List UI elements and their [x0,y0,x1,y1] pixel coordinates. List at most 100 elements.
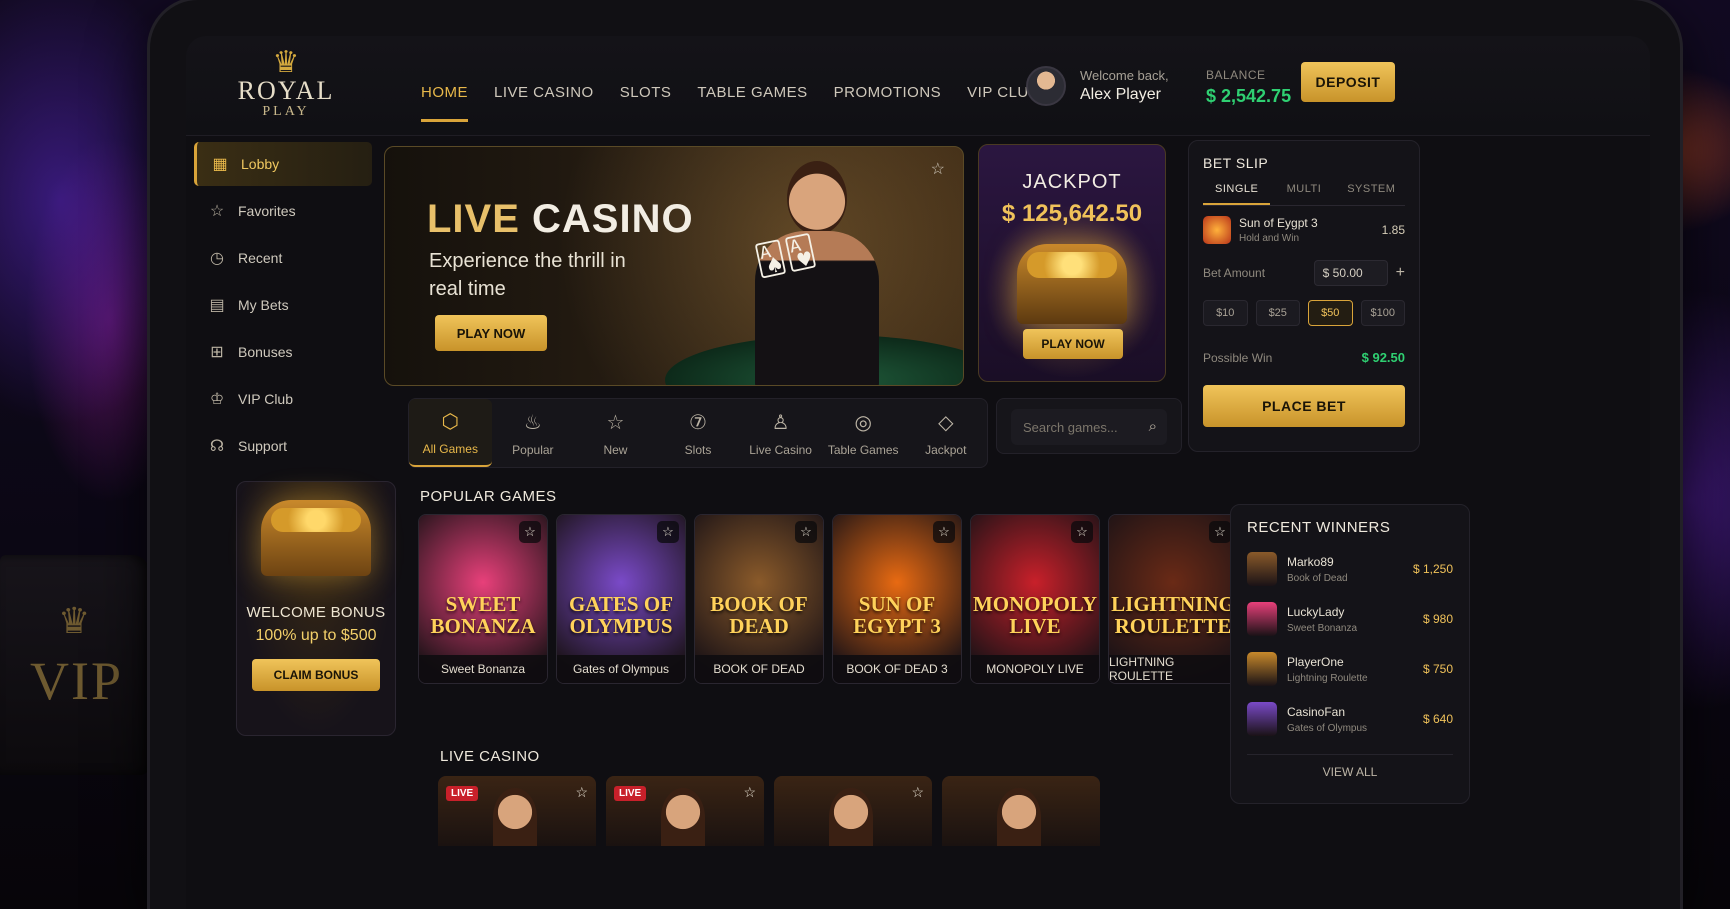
game-logo: LIGHTNING ROULETTE [1111,592,1235,638]
bet-amount-input[interactable]: $ 50.00 [1313,260,1388,286]
possible-win-value: $ 92.50 [1361,350,1405,365]
grid-icon: ▦ [212,156,228,173]
nav-slots[interactable]: SLOTS [620,84,672,122]
favorite-star-icon[interactable]: ☆ [795,521,817,543]
live-table-tile[interactable]: ☆ [774,776,932,846]
hero-subtitle: Experience the thrill in real time [429,250,626,300]
favorite-star-icon[interactable]: ☆ [933,521,955,543]
view-all-link[interactable]: VIEW ALL [1247,754,1453,779]
game-name: MONOPOLY LIVE [971,655,1099,683]
search-icon[interactable]: ⌕ [1149,418,1157,435]
game-thumbnail [1247,602,1277,636]
live-casino-hero-banner[interactable]: 🂡🂱 LIVE CASINO Experience the thrill in … [384,146,964,386]
chip-50[interactable]: $50 [1308,300,1353,326]
dealer-image [661,788,705,846]
category-all-games[interactable]: ⬡ All Games [409,399,492,467]
live-casino-title: LIVE CASINO [440,748,540,765]
tab-single[interactable]: SINGLE [1203,183,1271,205]
chip-10[interactable]: $10 [1203,300,1248,326]
search-input[interactable] [1023,419,1143,435]
category-live-casino[interactable]: ♙ Live Casino [739,399,822,467]
sidebar-item-vip-club[interactable]: ♔ VIP Club [194,377,372,421]
tab-system[interactable]: SYSTEM [1338,183,1405,205]
category-jackpot[interactable]: ◇ Jackpot [904,399,987,467]
game-tile[interactable]: BOOK OF DEAD BOOK OF DEAD ☆ [694,514,824,684]
bonus-title: WELCOME BONUS [246,604,386,621]
place-bet-button[interactable]: PLACE BET [1203,385,1405,427]
sidebar-item-my-bets[interactable]: ▤ My Bets [194,283,372,327]
favorite-star-icon[interactable]: ☆ [931,159,945,179]
winner-name: Marko89 [1287,554,1334,569]
chip-25[interactable]: $25 [1255,300,1300,326]
favorite-star-icon[interactable]: ☆ [657,521,679,543]
sidebar-item-lobby[interactable]: ▦ Lobby [194,142,372,186]
favorite-star-icon[interactable]: ☆ [519,521,541,543]
sidebar-item-support[interactable]: ☊ Support [194,424,372,468]
game-tile[interactable]: SUN OF EGYPT 3 BOOK OF DEAD 3 ☆ [832,514,962,684]
bet-amount-label: Bet Amount [1203,266,1266,280]
category-new[interactable]: ☆ New [574,399,657,467]
live-table-tile[interactable]: LIVE ☆ [606,776,764,846]
hero-play-now-button[interactable]: PLAY NOW [435,315,547,351]
vip-mug: ♛ VIP [0,555,150,775]
avatar[interactable] [1026,66,1066,106]
nav-home[interactable]: HOME [421,84,468,122]
balance-display: BALANCE $ 2,542.75 [1206,68,1291,107]
sidebar-item-favorites[interactable]: ☆ Favorites [194,189,372,233]
deposit-button[interactable]: DEPOSIT [1301,62,1395,102]
winner-game: Lightning Roulette [1287,672,1368,684]
game-tile[interactable]: SWEET BONANZA Sweet Bonanza ☆ [418,514,548,684]
category-label: Jackpot [925,442,967,457]
dealer-icon: ♙ [771,411,790,434]
nav-table-games[interactable]: TABLE GAMES [697,84,807,122]
favorite-star-icon[interactable]: ☆ [743,784,756,801]
winner-amount: $ 1,250 [1412,562,1453,576]
winner-row: LuckyLady Sweet Bonanza $ 980 [1247,602,1453,636]
jackpot-play-now-button[interactable]: PLAY NOW [1023,329,1123,359]
favorite-star-icon[interactable]: ☆ [1209,521,1231,543]
category-popular[interactable]: ♨ Popular [492,399,575,467]
nav-promotions[interactable]: PROMOTIONS [834,84,942,122]
favorite-star-icon[interactable]: ☆ [1071,521,1093,543]
claim-bonus-button[interactable]: CLAIM BONUS [252,659,380,691]
winner-game: Gates of Olympus [1287,722,1368,734]
recent-winners-title: RECENT WINNERS [1247,519,1391,536]
game-tile[interactable]: GATES OF OLYMPUS Gates of Olympus ☆ [556,514,686,684]
favorite-star-icon[interactable]: ☆ [575,784,588,801]
sidebar-item-recent[interactable]: ◷ Recent [194,236,372,280]
chip-100[interactable]: $100 [1360,300,1405,326]
live-table-tile[interactable] [942,776,1100,846]
jackpot-card[interactable]: JACKPOT $ 125,642.50 PLAY NOW [978,144,1166,382]
tablet-frame: ♛ ROYAL PLAY HOME LIVE CASINO SLOTS TABL… [150,0,1680,909]
category-table-games[interactable]: ◎ Table Games [822,399,905,467]
brand-logo[interactable]: ♛ ROYAL PLAY [216,48,356,120]
live-table-tile[interactable]: LIVE ☆ [438,776,596,846]
game-thumbnail [1247,702,1277,736]
receipt-icon: ▤ [209,297,225,314]
sidebar-item-bonuses[interactable]: ⊞ Bonuses [194,330,372,374]
winner-amount: $ 750 [1422,662,1453,676]
nav-live-casino[interactable]: LIVE CASINO [494,84,594,122]
game-tile[interactable]: LIGHTNING ROULETTE LIGHTNING ROULETTE ☆ [1108,514,1238,684]
category-label: Live Casino [749,442,812,457]
hero-title: LIVE CASINO [427,197,694,241]
slot-icon: ⑦ [689,411,707,434]
category-label: Table Games [827,442,899,457]
balance-value: $ 2,542.75 [1206,86,1292,106]
winner-name: LuckyLady [1287,604,1345,619]
jackpot-value: $ 125,642.50 [1001,200,1143,227]
winner-row: Marko89 Book of Dead $ 1,250 [1247,552,1453,586]
game-name: Sweet Bonanza [419,655,547,683]
favorite-star-icon[interactable]: ☆ [911,784,924,801]
plus-icon[interactable]: + [1396,264,1405,282]
tab-multi[interactable]: MULTI [1270,183,1337,205]
bet-slip-tabs: SINGLE MULTI SYSTEM [1203,183,1405,206]
game-name: BOOK OF DEAD 3 [833,655,961,683]
user-profile[interactable]: Welcome back, Alex Player [1026,66,1169,106]
category-label: Popular [512,442,554,457]
winner-name: PlayerOne [1287,654,1344,669]
chip-icon: ◎ [854,411,872,434]
bonus-subtitle: 100% up to $500 [255,627,377,644]
category-slots[interactable]: ⑦ Slots [657,399,740,467]
game-tile[interactable]: MONOPOLY LIVE MONOPOLY LIVE ☆ [970,514,1100,684]
